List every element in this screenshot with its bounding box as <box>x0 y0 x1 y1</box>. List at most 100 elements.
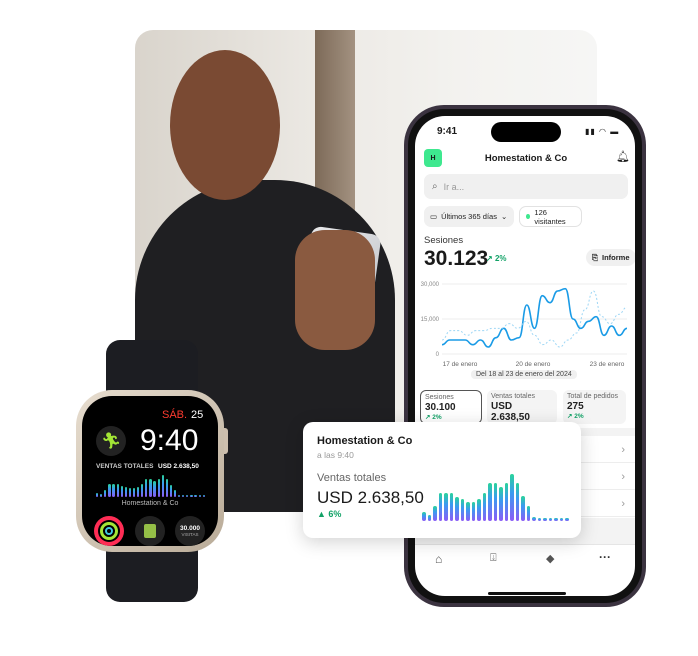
widget-metric-label: Ventas totales <box>317 472 387 484</box>
sales-widget[interactable]: Homestation & Co a las 9:40 Ventas total… <box>303 422 581 538</box>
sales-bar <box>186 494 189 497</box>
search-icon: ⌕ <box>432 181 438 192</box>
sales-bar <box>427 514 432 521</box>
more-icon[interactable]: ··· <box>599 550 611 564</box>
widget-change: ▲ 6% <box>317 509 342 519</box>
sales-bar <box>444 493 448 521</box>
chevron-right-icon: › <box>621 471 625 483</box>
sales-bar <box>198 494 201 497</box>
tag-icon[interactable]: ◆ <box>546 552 554 565</box>
sales-bar <box>471 502 476 521</box>
report-button[interactable]: ⎘ Informe <box>586 249 635 266</box>
home-icon[interactable]: ⌂ <box>435 552 442 566</box>
sales-bar <box>554 517 558 521</box>
chevron-right-icon: › <box>621 498 625 510</box>
card-value: 275 <box>567 401 584 412</box>
date-filter-button[interactable]: ▭ Últimos 365 días ⌄ <box>424 206 514 227</box>
sales-bar <box>532 516 536 521</box>
activity-rings-icon[interactable] <box>94 516 124 546</box>
sales-bar <box>543 517 547 521</box>
watch-day: SÁB. <box>162 409 188 421</box>
watch-screen: SÁB. 25 🏃︎ 9:40 VENTAS TOTALES USD 2.638… <box>82 396 218 546</box>
sales-bar <box>493 483 498 521</box>
card-label: Sesiones <box>425 394 454 401</box>
sales-bar <box>488 483 492 521</box>
search-input[interactable]: ⌕ Ir a... <box>424 174 628 199</box>
visitors-badge[interactable]: 126 visitantes <box>519 206 582 227</box>
date-range-chip: Del 18 al 23 de enero del 2024 <box>471 370 577 379</box>
sales-bar <box>499 487 503 521</box>
sales-bar <box>466 502 470 521</box>
widget-sales-chart <box>422 470 572 521</box>
visits-label: VISITAS <box>181 532 199 537</box>
home-indicator <box>488 592 566 595</box>
card-change: ↗ 2% <box>567 413 584 420</box>
sales-bar <box>108 484 111 497</box>
sales-bar <box>116 484 119 497</box>
widget-store-name: Homestation & Co <box>317 435 413 447</box>
metric-card[interactable]: Ventas totalesUSD 2.638,50↗ 12% <box>487 390 557 431</box>
report-icon: ⎘ <box>592 252 598 262</box>
chevron-right-icon: › <box>621 444 625 456</box>
sales-bar <box>96 492 99 497</box>
y-tick-label: 0 <box>436 352 440 358</box>
sales-bar <box>438 493 443 521</box>
sales-bar <box>112 484 115 497</box>
sales-bar <box>190 494 193 497</box>
sales-bar <box>141 484 144 497</box>
card-value: USD 2.638,50 <box>491 401 530 423</box>
metric-value: 30.123 <box>424 247 489 270</box>
status-icons: ▮▮ ◠ ▬ <box>585 127 620 136</box>
sales-bar <box>120 485 123 497</box>
chevron-down-icon: ⌄ <box>500 212 508 221</box>
sales-bar <box>504 483 509 521</box>
workout-icon[interactable]: 🏃︎ <box>96 426 126 456</box>
card-label: Total de pedidos <box>567 393 618 400</box>
x-tick-label: 20 de enero <box>516 361 551 368</box>
sales-bar <box>194 494 197 497</box>
status-time: 9:41 <box>437 126 458 137</box>
sales-bar <box>161 475 164 497</box>
y-tick-label: 30,000 <box>421 282 440 288</box>
orders-icon[interactable]: ⍗ <box>490 552 497 565</box>
metric-change: ↗ 2% <box>486 254 507 263</box>
visits-value: 30.000 <box>180 525 200 532</box>
sales-bar <box>145 479 148 497</box>
sales-bar <box>157 479 160 497</box>
sales-bar <box>521 495 525 521</box>
widget-time: a las 9:40 <box>317 450 354 460</box>
sales-bar <box>477 499 481 521</box>
sales-bar <box>433 505 437 521</box>
sales-bar <box>455 496 459 521</box>
sales-bar <box>526 505 531 521</box>
watch-time: 9:40 <box>140 424 199 457</box>
sales-bar <box>169 485 173 497</box>
watch-metric-label: VENTAS TOTALES <box>96 463 154 470</box>
x-tick-label: 23 de enero <box>590 361 625 368</box>
visitors-label: 126 visitantes <box>534 207 566 226</box>
sales-bar <box>149 479 152 497</box>
store-name: Homestation & Co <box>484 153 568 164</box>
watch-metric-value: USD 2.638,50 <box>158 463 199 470</box>
sales-bar <box>510 474 514 521</box>
sales-bar <box>153 481 156 497</box>
watch-date: 25 <box>191 409 204 421</box>
sales-bar <box>422 512 426 521</box>
card-change: ↗ 2% <box>425 414 442 421</box>
visits-complication[interactable]: 30.000 VISITAS <box>175 516 205 546</box>
live-dot-icon <box>526 214 531 219</box>
metric-card[interactable]: Sesiones 30.100 ↗ 2% <box>420 390 482 424</box>
sales-bar <box>565 517 569 521</box>
widget-metric-value: USD 2.638,50 <box>317 488 424 507</box>
bell-icon[interactable]: 🔔︎ <box>616 150 630 163</box>
sales-bar <box>537 517 542 521</box>
x-tick-label: 17 de enero <box>443 361 478 368</box>
sales-bar <box>482 493 487 521</box>
metric-card[interactable]: Total de pedidos 275 ↗ 2% <box>563 390 626 424</box>
shopify-icon[interactable] <box>135 516 165 546</box>
smartwatch: SÁB. 25 🏃︎ 9:40 VENTAS TOTALES USD 2.638… <box>76 340 228 605</box>
sales-bar <box>449 493 454 521</box>
card-value: 30.100 <box>425 402 456 413</box>
sales-bar <box>548 517 553 521</box>
watch-sales-chart <box>96 475 206 497</box>
